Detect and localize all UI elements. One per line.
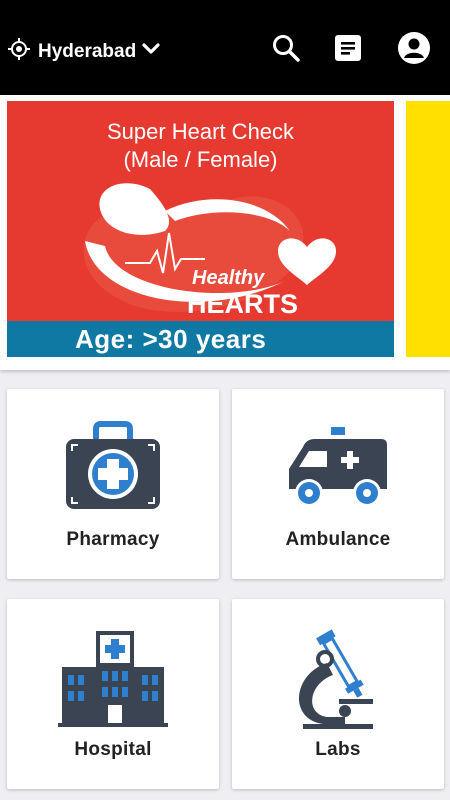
logo-word-hearts: HEARTS (187, 289, 298, 319)
hospital-building-icon (58, 629, 168, 729)
service-label: Hospital (74, 739, 152, 760)
promo-age-text: Age: >30 years (75, 324, 267, 354)
service-tile-hospital[interactable]: Hospital (7, 599, 219, 789)
search-icon[interactable] (271, 33, 301, 63)
service-tile-pharmacy[interactable]: Pharmacy (7, 389, 219, 579)
ambulance-icon (283, 419, 393, 519)
promo-footer: Age: >30 years (7, 321, 394, 357)
service-tile-ambulance[interactable]: Ambulance (232, 389, 444, 579)
service-label: Pharmacy (66, 529, 160, 550)
promo-title: Super Heart Check (106, 119, 295, 144)
service-tile-labs[interactable]: Labs (232, 599, 444, 789)
microscope-icon (283, 629, 393, 729)
promo-subtitle: (Male / Female) (123, 147, 278, 172)
logo-word-healthy: Healthy (192, 267, 265, 289)
account-avatar-icon[interactable] (397, 31, 431, 65)
healthy-hearts-logo: Healthy HEARTS (83, 183, 337, 319)
medical-kit-icon (58, 419, 168, 519)
orders-list-icon[interactable] (333, 33, 363, 63)
app-header: Hyderabad (0, 0, 450, 95)
promo-slide-next[interactable] (406, 101, 450, 357)
location-target-icon (8, 38, 30, 65)
service-label: Labs (315, 739, 361, 760)
chevron-down-icon (142, 42, 160, 61)
service-label: Ambulance (285, 529, 391, 550)
promo-slide-heart-check[interactable]: Super Heart Check (Male / Female) Health… (7, 101, 394, 357)
location-label: Hyderabad (38, 40, 137, 62)
location-selector[interactable]: Hyderabad (8, 38, 160, 65)
promo-banner-carousel[interactable]: Super Heart Check (Male / Female) Health… (0, 95, 450, 370)
